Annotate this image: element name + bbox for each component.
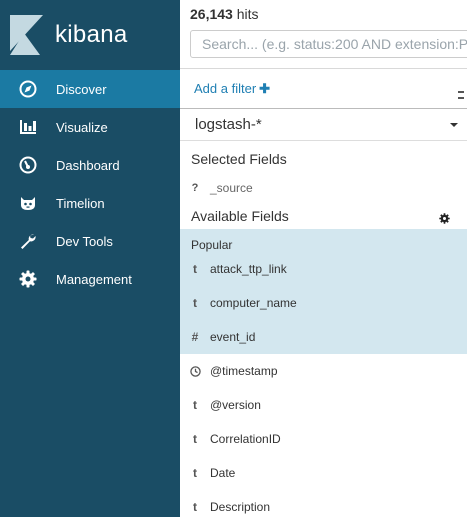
field-type-unknown-icon: ?	[191, 182, 199, 194]
index-pattern-select[interactable]: logstash-*	[180, 108, 467, 141]
nav-item-management[interactable]: Management	[0, 260, 180, 298]
clock-type-icon	[180, 365, 210, 377]
field-name: Description	[210, 500, 271, 514]
field-name: @timestamp	[210, 364, 278, 378]
caret-down-icon	[450, 123, 458, 127]
nav-item-visualize[interactable]: Visualize	[0, 108, 180, 146]
compass-icon	[18, 79, 38, 99]
hits-count: 26,143 hits	[190, 6, 259, 22]
field-row-source[interactable]: ? _source	[180, 179, 467, 197]
discover-panel: 26,143 hits Add a filter✚ logstash-* Sel…	[180, 0, 467, 517]
field-row-computer-name[interactable]: t computer_name	[180, 286, 467, 320]
add-filter-label: Add a filter	[194, 81, 257, 96]
kibana-logo-icon	[10, 15, 43, 55]
field-name: computer_name	[210, 296, 297, 310]
nav-item-timelion[interactable]: Timelion	[0, 184, 180, 222]
field-name: attack_ttp_link	[210, 262, 287, 276]
field-settings-gear-icon[interactable]	[439, 211, 450, 229]
plus-icon: ✚	[259, 81, 271, 96]
field-row-attack-ttp-link[interactable]: t attack_ttp_link	[180, 252, 467, 286]
sidebar: kibana Discover Visualize Dashboard Time…	[0, 0, 180, 517]
string-type-icon: t	[193, 398, 197, 412]
gear-icon	[18, 269, 38, 289]
selected-fields-title: Selected Fields	[191, 151, 287, 167]
timelion-cat-icon	[18, 193, 38, 213]
nav-label: Dashboard	[56, 157, 120, 173]
dashboard-gauge-icon	[18, 155, 38, 175]
brand[interactable]: kibana	[0, 0, 180, 70]
popular-label: Popular	[191, 238, 233, 252]
available-fields-title: Available Fields	[191, 208, 289, 224]
sidebar-collapse-handle-icon[interactable]	[458, 86, 464, 104]
string-type-icon: t	[193, 466, 197, 480]
nav-label: Management	[56, 271, 132, 287]
field-row-correlation-id[interactable]: t CorrelationID	[180, 422, 467, 456]
nav-label: Dev Tools	[56, 233, 113, 249]
string-type-icon: t	[193, 500, 197, 514]
field-row-timestamp[interactable]: @timestamp	[180, 354, 467, 388]
field-name: CorrelationID	[210, 432, 281, 446]
number-type-icon: #	[191, 330, 199, 344]
string-type-icon: t	[193, 432, 197, 446]
string-type-icon: t	[193, 296, 197, 310]
field-name: event_id	[210, 330, 256, 344]
divider	[180, 68, 467, 69]
string-type-icon: t	[193, 262, 197, 276]
search-input[interactable]	[190, 30, 467, 58]
brand-name: kibana	[55, 21, 128, 48]
field-name: @version	[210, 398, 261, 412]
nav-item-dev-tools[interactable]: Dev Tools	[0, 222, 180, 260]
nav-label: Visualize	[56, 119, 108, 135]
hits-number: 26,143	[190, 6, 233, 22]
bar-chart-icon	[18, 117, 38, 137]
nav-item-discover[interactable]: Discover	[0, 70, 180, 108]
hits-label: hits	[236, 6, 259, 22]
wrench-icon	[18, 231, 38, 251]
nav-label: Timelion	[56, 195, 105, 211]
field-name: Date	[210, 466, 236, 480]
index-pattern-value: logstash-*	[195, 116, 262, 133]
field-row-description[interactable]: t Description	[180, 490, 467, 517]
field-row-version[interactable]: t @version	[180, 388, 467, 422]
nav-label: Discover	[56, 81, 107, 97]
field-row-event-id[interactable]: # event_id	[180, 320, 467, 354]
field-row-date[interactable]: t Date	[180, 456, 467, 490]
nav-item-dashboard[interactable]: Dashboard	[0, 146, 180, 184]
add-filter-button[interactable]: Add a filter ✚	[194, 81, 270, 97]
field-name: _source	[210, 181, 253, 195]
